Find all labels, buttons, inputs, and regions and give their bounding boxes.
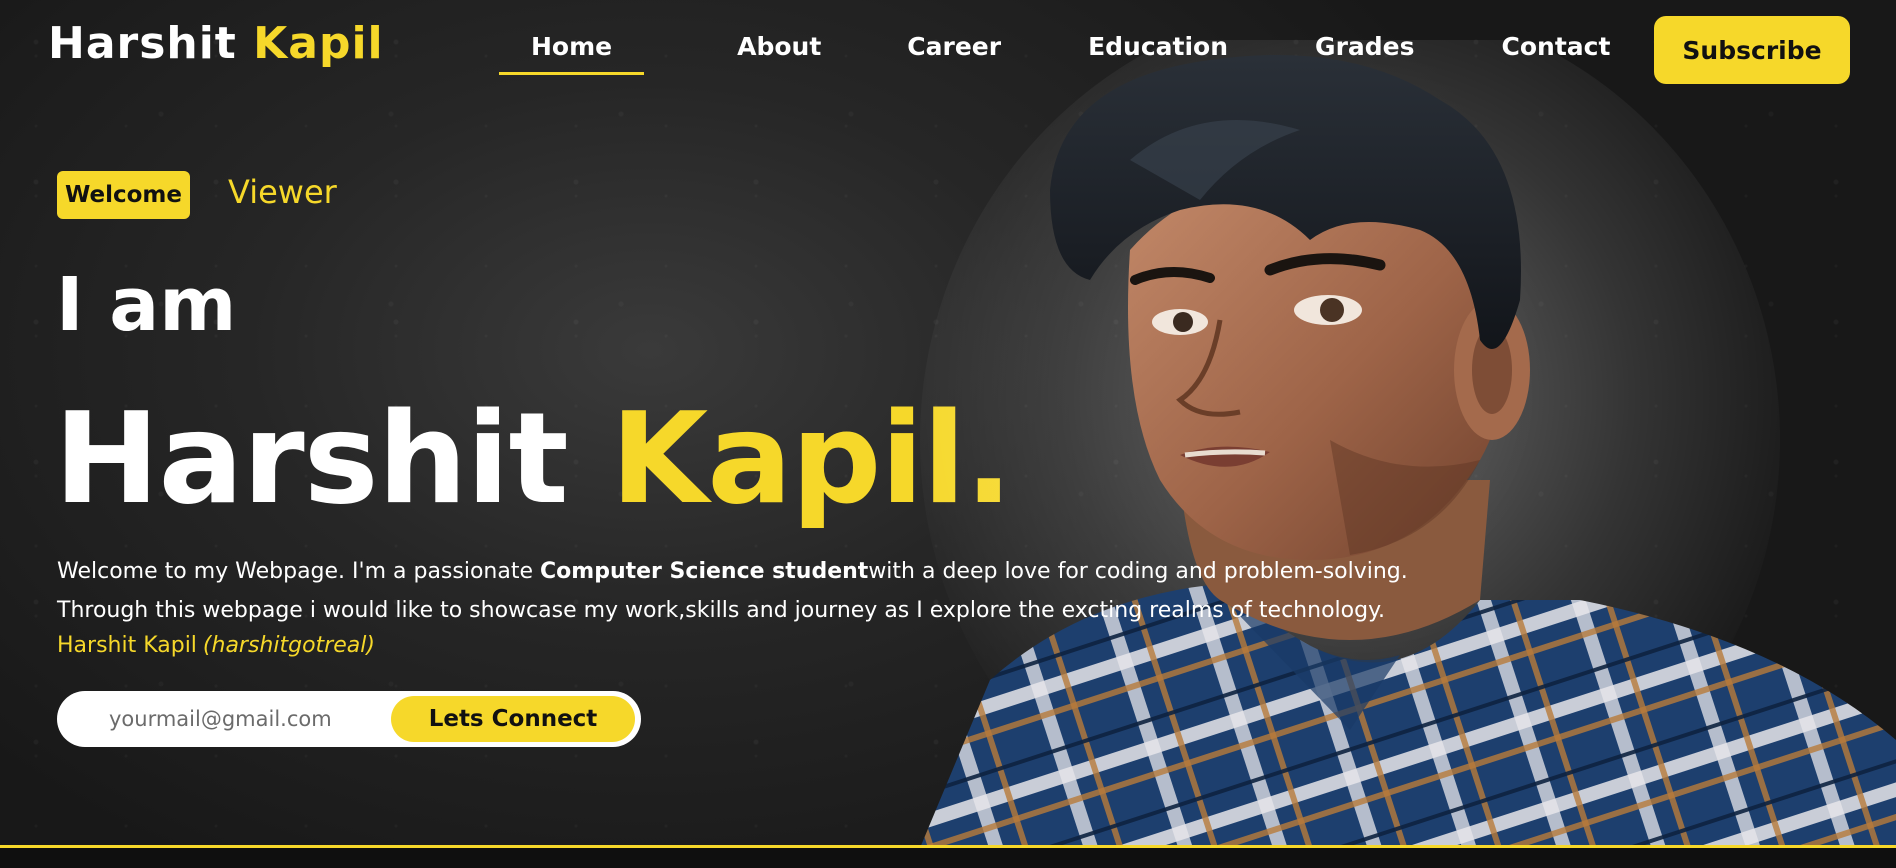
site-logo[interactable]: Harshit Kapil — [48, 18, 384, 69]
intro-heading: I am — [56, 262, 237, 348]
portrait-photo — [880, 40, 1896, 848]
description-line-2: Through this webpage i would like to sho… — [57, 598, 1385, 623]
nav-item-about[interactable]: About — [737, 30, 821, 61]
connect-form: Lets Connect — [57, 691, 641, 747]
description-line-1: Welcome to my Webpage. I'm a passionate … — [57, 552, 1457, 591]
hero-page: Harshit Kapil Home About Career Educatio… — [0, 0, 1896, 868]
bottom-strip — [0, 848, 1896, 868]
lets-connect-button[interactable]: Lets Connect — [391, 696, 635, 742]
signature-handle: (harshitgotreal) — [202, 633, 375, 658]
logo-last-name: Kapil — [253, 18, 384, 69]
greeting-target: Viewer — [228, 173, 337, 211]
hero-name: Harshit Kapil. — [54, 385, 1013, 532]
email-input[interactable] — [107, 706, 371, 732]
signature: Harshit Kapil (harshitgotreal) — [57, 633, 375, 658]
signature-name: Harshit Kapil — [57, 633, 197, 658]
description-text-2: with a deep love for coding and problem-… — [868, 559, 1408, 584]
logo-first-name: Harshit — [48, 18, 237, 69]
hero-first-name: Harshit — [54, 385, 569, 532]
welcome-badge: Welcome — [57, 171, 190, 219]
description-highlight: Computer Science student — [540, 559, 869, 584]
hero-description: Welcome to my Webpage. I'm a passionate … — [57, 552, 1457, 630]
description-text-1: Welcome to my Webpage. I'm a passionate — [57, 559, 541, 584]
nav-item-home[interactable]: Home — [498, 30, 645, 75]
